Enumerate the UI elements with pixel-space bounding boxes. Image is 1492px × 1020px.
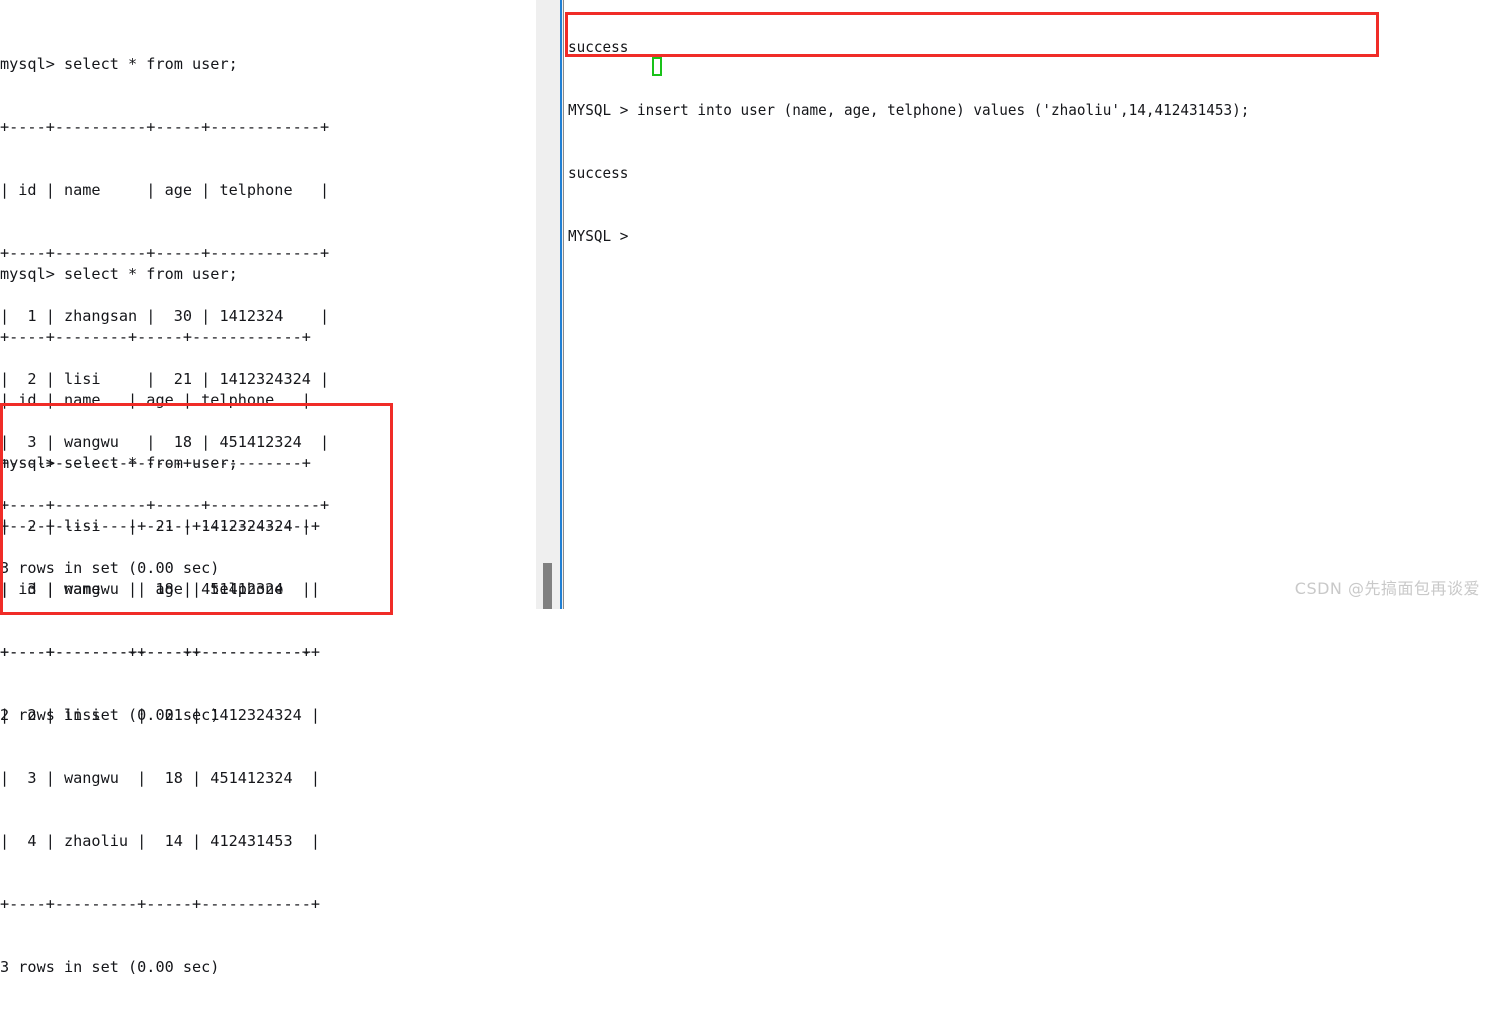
terminal-line: | 3 | wangwu | 18 | 451412324 | — [0, 769, 321, 787]
terminal-line: mysql> select * from user; — [0, 454, 238, 472]
terminal-line: mysql> select * from user; — [0, 265, 238, 283]
terminal-result-summary: 3 rows in set (0.00 sec) — [0, 958, 220, 976]
terminal-line: +----+---------+-----+------------+ — [0, 517, 321, 535]
console-prompt-line: MYSQL > — [568, 227, 637, 245]
vertical-scrollbar-thumb[interactable] — [543, 563, 552, 609]
terminal-line: | 2 | lisi | 21 | 1412324324 | — [0, 706, 321, 724]
terminal-line: +----+----------+-----+------------+ — [0, 118, 330, 136]
console-command-line: MYSQL > insert into user (name, age, tel… — [568, 101, 1250, 119]
divider-accent-line — [560, 0, 562, 609]
console-text-cursor — [652, 57, 662, 76]
terminal-line: +----+---------+-----+------------+ — [0, 895, 321, 913]
terminal-line: | 4 | zhaoliu | 14 | 412431453 | — [0, 832, 321, 850]
csdn-watermark: CSDN @先搞面包再谈爱 — [1294, 579, 1480, 598]
pane-divider — [536, 0, 564, 609]
console-line: success — [568, 38, 629, 56]
vertical-scrollbar-track[interactable] — [536, 0, 558, 609]
terminal-line: mysql> select * from user; — [0, 55, 238, 73]
terminal-line: | id | name | age | telphone | — [0, 391, 311, 409]
terminal-line: | id | name | age | telphone | — [0, 580, 321, 598]
console-output: success MYSQL > insert into user (name, … — [568, 0, 1249, 289]
console-line: success — [568, 164, 629, 182]
terminal-line: | id | name | age | telphone | — [0, 181, 330, 199]
terminal-line: +----+--------+-----+------------+ — [0, 328, 311, 346]
terminal-line: +----+---------+-----+------------+ — [0, 643, 321, 661]
left-terminal-pane[interactable]: mysql> select * from user; +----+-------… — [0, 0, 536, 976]
right-console-pane[interactable]: success MYSQL > insert into user (name, … — [564, 0, 1492, 609]
terminal-block-3: mysql> select * from user; +----+-------… — [0, 411, 320, 1020]
